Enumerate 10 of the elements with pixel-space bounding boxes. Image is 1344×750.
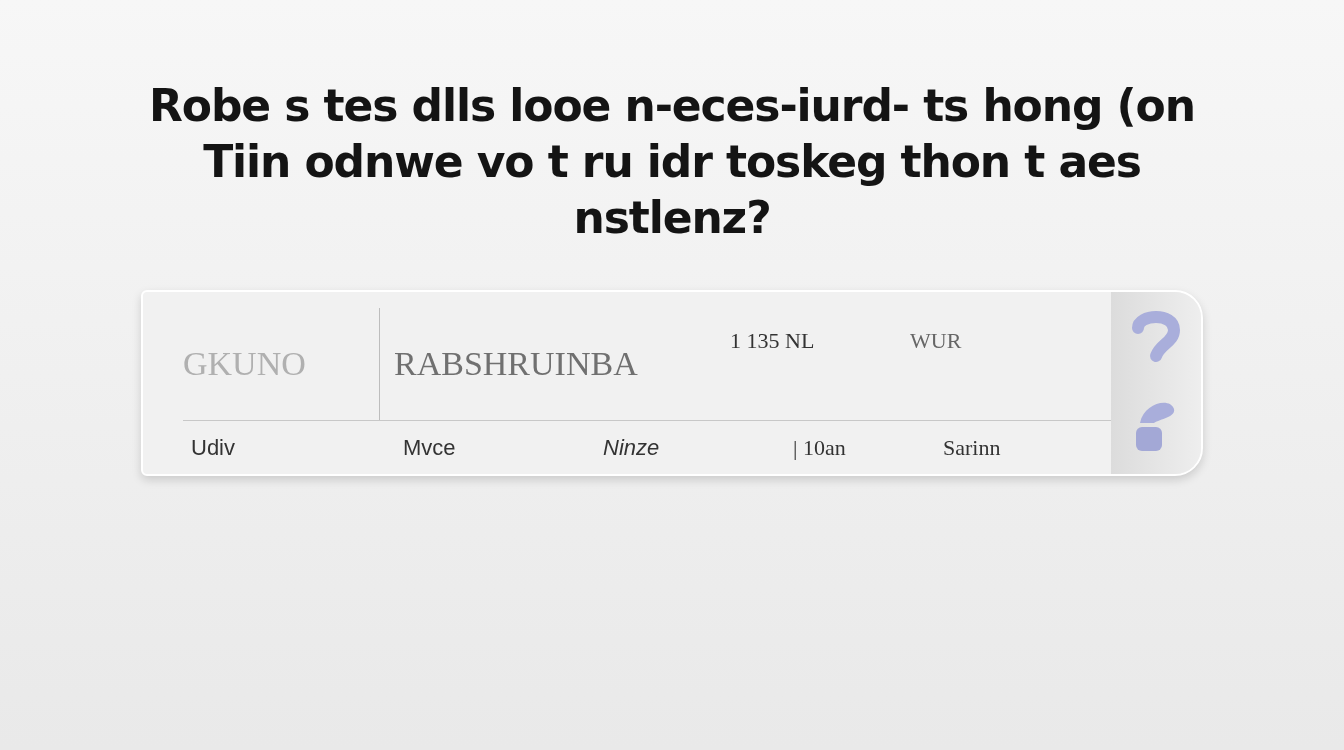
- header-text: RABSHRUINBA: [393, 344, 639, 385]
- footer-label: Sarinn: [942, 433, 1001, 462]
- header-text: 1 135 NL: [730, 327, 816, 355]
- footer-label: Mvce: [402, 433, 457, 462]
- header-text: GKUNO: [183, 344, 307, 385]
- header-text: WUR: [910, 327, 962, 355]
- footer-label: Udiv: [190, 433, 236, 462]
- footer-label: Ninze: [602, 433, 661, 462]
- question-heading: Robe s tes dlls looe n-eces-iurd- ts hong (on Tiin odnwe vo t ru idr toskeg thon t aes nstlenz?: [149, 79, 1195, 245]
- footer-label: | 10an: [792, 433, 847, 462]
